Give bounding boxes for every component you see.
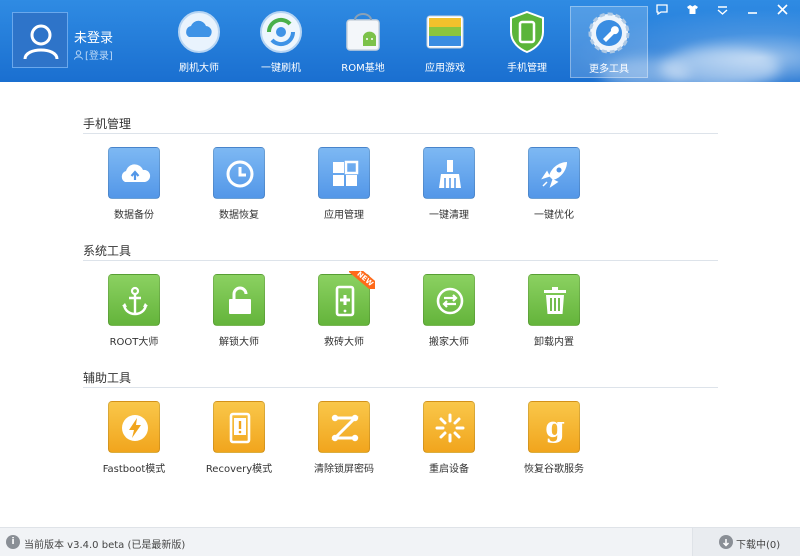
window-controls bbox=[652, 4, 792, 20]
tool-label: 应用管理 bbox=[324, 210, 364, 221]
info-icon: i bbox=[6, 535, 20, 549]
tool-label: 恢复谷歌服务 bbox=[524, 464, 584, 475]
google-g-icon: g bbox=[528, 401, 580, 453]
tool-label: Recovery模式 bbox=[205, 464, 273, 475]
trash-icon bbox=[528, 274, 580, 326]
tool-move-master[interactable]: 搬家大师 bbox=[397, 274, 501, 354]
user-name: 未登录 bbox=[74, 31, 114, 46]
tool-label: 数据备份 bbox=[114, 210, 154, 221]
nav-apps-games[interactable]: 应用游戏 bbox=[404, 6, 486, 78]
phone-shield-icon bbox=[510, 10, 544, 54]
nav-one-click-flash[interactable]: 一键刷机 bbox=[240, 6, 322, 78]
divider bbox=[83, 133, 718, 134]
nav-label: ROM基地 bbox=[341, 63, 385, 74]
tool-label: 解锁大师 bbox=[219, 337, 259, 348]
minimize-icon[interactable] bbox=[742, 4, 762, 20]
tool-data-restore[interactable]: 数据恢复 bbox=[187, 147, 291, 227]
login-link-row[interactable]: [登录] bbox=[74, 47, 113, 62]
tool-reboot-device[interactable]: 重启设备 bbox=[397, 401, 501, 481]
skin-icon[interactable] bbox=[682, 4, 702, 20]
tool-one-click-optimize[interactable]: 一键优化 bbox=[502, 147, 606, 227]
tool-label: 救砖大师 bbox=[324, 337, 364, 348]
tool-label: 卸载内置 bbox=[534, 337, 574, 348]
lightning-icon bbox=[108, 401, 160, 453]
download-icon bbox=[719, 535, 733, 549]
tool-unlock-master[interactable]: 解锁大师 bbox=[187, 274, 291, 354]
tool-one-click-clean[interactable]: 一键清理 bbox=[397, 147, 501, 227]
tool-brick-rescue[interactable]: NEW 救砖大师 bbox=[292, 271, 396, 354]
section-title-system-tools: 系统工具 bbox=[83, 244, 132, 258]
nav-label: 手机管理 bbox=[507, 63, 547, 74]
message-icon[interactable] bbox=[652, 4, 672, 20]
tool-label: 一键清理 bbox=[429, 210, 469, 221]
nav-label: 一键刷机 bbox=[261, 63, 301, 74]
phone-alert-icon bbox=[213, 401, 265, 453]
new-badge-text: NEW bbox=[349, 271, 375, 289]
nav-phone-manage[interactable]: 手机管理 bbox=[486, 6, 568, 78]
tool-root-master[interactable]: ROOT大师 bbox=[82, 274, 186, 354]
divider bbox=[83, 260, 718, 261]
cloud-upload-icon bbox=[108, 147, 160, 199]
app-stack-icon bbox=[426, 15, 464, 49]
transfer-icon bbox=[423, 274, 475, 326]
broom-icon bbox=[423, 147, 475, 199]
tool-label: Fastboot模式 bbox=[102, 464, 166, 475]
tool-label: 数据恢复 bbox=[219, 210, 259, 221]
tool-app-manage[interactable]: 应用管理 bbox=[292, 147, 396, 227]
tool-label: 重启设备 bbox=[429, 464, 469, 475]
divider bbox=[83, 387, 718, 388]
unlock-icon bbox=[213, 274, 265, 326]
menu-icon[interactable] bbox=[712, 4, 732, 20]
new-badge: NEW bbox=[349, 271, 375, 289]
nav-more-tools[interactable]: 更多工具 bbox=[570, 6, 648, 78]
person-icon bbox=[74, 49, 83, 60]
tool-data-backup[interactable]: 数据备份 bbox=[82, 147, 186, 227]
tool-uninstall-builtin[interactable]: 卸载内置 bbox=[502, 274, 606, 354]
nav-label: 应用游戏 bbox=[425, 63, 465, 74]
phone-plus-icon: NEW bbox=[318, 271, 375, 326]
tool-clear-lock-password[interactable]: 清除锁屏密码 bbox=[292, 401, 396, 481]
tool-label: 清除锁屏密码 bbox=[314, 464, 374, 475]
top-bar: 未登录 [登录] 刷机大师 一键刷机 ROM基地 应用游戏 手机管理 更多工具 bbox=[0, 0, 800, 82]
login-link[interactable]: [登录] bbox=[85, 47, 113, 62]
nav-label: 更多工具 bbox=[589, 64, 629, 75]
user-icon bbox=[23, 24, 59, 60]
download-count: 下载中(0) bbox=[736, 540, 781, 551]
rocket-icon bbox=[528, 147, 580, 199]
refresh-disc-icon bbox=[260, 11, 302, 53]
avatar[interactable] bbox=[12, 12, 68, 68]
tool-restore-google-services[interactable]: g 恢复谷歌服务 bbox=[502, 401, 606, 481]
nav-rom-base[interactable]: ROM基地 bbox=[322, 6, 404, 78]
pattern-lock-icon bbox=[318, 401, 370, 453]
version-text: 当前版本 v3.4.0 beta (已是最新版) bbox=[24, 540, 186, 551]
clock-icon bbox=[213, 147, 265, 199]
tool-label: 搬家大师 bbox=[429, 337, 469, 348]
tool-fastboot-mode[interactable]: Fastboot模式 bbox=[82, 401, 186, 481]
spinner-icon bbox=[423, 401, 475, 453]
cloud-icon bbox=[178, 11, 220, 53]
section-title-aux-tools: 辅助工具 bbox=[83, 371, 132, 385]
status-bar: i 当前版本 v3.4.0 beta (已是最新版) 下载中(0) bbox=[0, 527, 800, 556]
wrench-gear-icon bbox=[588, 12, 630, 54]
tool-recovery-mode[interactable]: Recovery模式 bbox=[187, 401, 291, 481]
tool-label: 一键优化 bbox=[534, 210, 574, 221]
section-title-phone-manage: 手机管理 bbox=[83, 117, 132, 131]
main-nav: 刷机大师 一键刷机 ROM基地 应用游戏 手机管理 更多工具 bbox=[158, 6, 648, 78]
android-bag-icon bbox=[346, 13, 380, 51]
grid-icon bbox=[318, 147, 370, 199]
tool-label: ROOT大师 bbox=[109, 337, 159, 348]
download-button[interactable]: 下载中(0) bbox=[692, 528, 800, 556]
close-icon[interactable] bbox=[772, 4, 792, 20]
anchor-icon bbox=[108, 274, 160, 326]
nav-label: 刷机大师 bbox=[179, 63, 219, 74]
svg-text:g: g bbox=[545, 412, 565, 444]
nav-flash-master[interactable]: 刷机大师 bbox=[158, 6, 240, 78]
